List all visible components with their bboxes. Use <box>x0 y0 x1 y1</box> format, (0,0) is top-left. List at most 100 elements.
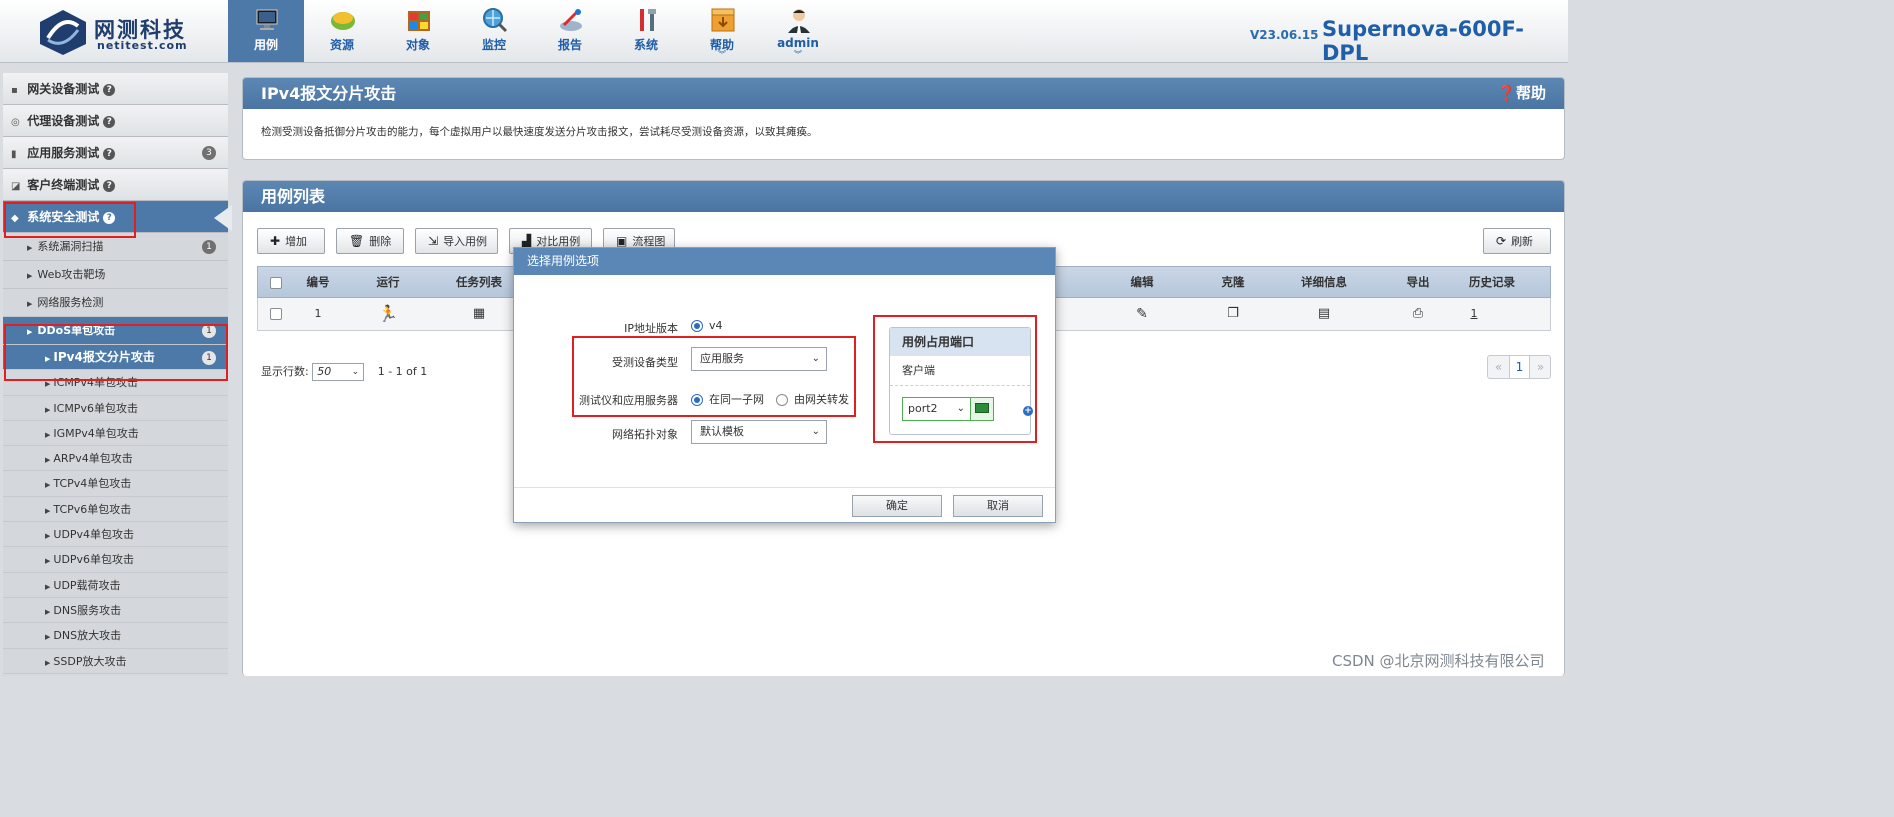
nav-monitor-label: 监控 <box>481 38 506 52</box>
sidebar: ▪ 网关设备测试? ◎ 代理设备测试? ▮ 应用服务测试? 3 ◪ 客户终端测试… <box>3 73 232 676</box>
history-link[interactable]: 1 <box>1454 298 1494 330</box>
ok-button[interactable]: 确定 <box>852 495 942 517</box>
button-label: 增加 <box>285 235 308 248</box>
add-button[interactable]: ✚ 增加 <box>257 228 325 254</box>
rows-per-page-select[interactable]: 50 ⌄ <box>312 363 365 381</box>
nav-system[interactable]: 系统 <box>608 0 684 62</box>
sidebar-cat-app-service[interactable]: ▮ 应用服务测试? 3 <box>3 137 228 169</box>
topology-select[interactable]: 默认模板 ⌄ <box>691 420 827 444</box>
help-icon[interactable]: ? <box>103 147 116 160</box>
help-link[interactable]: ❓帮助 <box>1497 78 1546 109</box>
sidebar-item-udpv4[interactable]: ▶ UDPv4单包攻击 <box>3 522 228 548</box>
sidebar-item-icmpv6[interactable]: ▶ ICMPv6单包攻击 <box>3 395 228 421</box>
compare-icon: ▟ <box>522 234 532 248</box>
radio-button[interactable] <box>776 394 788 406</box>
sidebar-item-tcpv6[interactable]: ▶ TCPv6单包攻击 <box>3 496 228 523</box>
sidebar-item-arpv4[interactable]: ▶ ARPv4单包攻击 <box>3 446 228 472</box>
sidebar-item-label: TCPv4单包攻击 <box>53 477 132 491</box>
sidebar-item-ddos[interactable]: ▶ DDoS单包攻击 1 <box>3 317 228 345</box>
help-icon[interactable]: ? <box>103 179 116 192</box>
sidebar-item-igmpv4[interactable]: ▶ IGMPv4单包攻击 <box>3 420 228 447</box>
chevron-down-icon: ⌄ <box>811 426 820 437</box>
client-icon: ◪ <box>11 181 21 192</box>
sidebar-item-tcpv4[interactable]: ▶ TCPv4单包攻击 <box>3 471 228 497</box>
sidebar-item-ipv4-fragment[interactable]: ▶ IPv4报文分片攻击 1 <box>3 345 228 371</box>
list-title: 用例列表 <box>261 187 326 206</box>
server-icon: ▮ <box>11 149 17 160</box>
sidebar-item-vuln-scan[interactable]: ▶ 系统漏洞扫描 1 <box>3 233 228 261</box>
range-label: 1 - 1 of 1 <box>377 365 428 378</box>
info-panel-header: IPv4报文分片攻击 ❓帮助 <box>243 78 1564 109</box>
nav-reports[interactable]: 报告 <box>532 0 608 62</box>
refresh-button[interactable]: ⟳ 刷新 <box>1483 228 1551 254</box>
caret-right-icon: ▶ <box>45 506 51 515</box>
import-button[interactable]: ⇲ 导入用例 <box>415 228 498 254</box>
sidebar-item-udpv6[interactable]: ▶ UDPv6单包攻击 <box>3 547 228 573</box>
info-panel: IPv4报文分片攻击 ❓帮助 检测受测设备抵御分片攻击的能力，每个虚拟用户以最快… <box>242 77 1565 160</box>
report-icon <box>560 9 582 31</box>
ip-version-option[interactable]: v4 <box>691 319 723 332</box>
clone-icon[interactable]: ❐ <box>1203 298 1263 330</box>
button-label: 删除 <box>369 235 392 248</box>
sidebar-item-web-range[interactable]: ▶ Web攻击靶场 <box>3 261 228 289</box>
rows-label: 显示行数: <box>261 365 309 378</box>
count-badge: 1 <box>202 351 216 365</box>
run-icon[interactable]: 🏃 <box>358 298 418 330</box>
radio-button[interactable] <box>691 320 703 332</box>
sidebar-item-udp-payload[interactable]: ▶ UDP载荷攻击 <box>3 572 228 598</box>
same-subnet-option[interactable]: 在同一子网 <box>691 391 764 407</box>
next-page-button[interactable]: » <box>1530 356 1551 378</box>
pagination: « 1 » <box>1487 355 1551 379</box>
pencil-icon[interactable]: ✎ <box>1112 298 1172 330</box>
calendar-icon[interactable]: ▦ <box>434 298 524 330</box>
sidebar-item-dns-amplify[interactable]: ▶ DNS放大攻击 <box>3 623 228 649</box>
nav-admin-label: admin <box>777 36 819 50</box>
chevron-down-icon: ︾ <box>794 50 802 59</box>
page-number-button[interactable]: 1 <box>1509 356 1530 378</box>
cancel-button[interactable]: 取消 <box>953 495 1043 517</box>
nav-admin[interactable]: admin ︾ <box>760 0 836 62</box>
tools-icon <box>640 9 656 31</box>
sidebar-item-ssdp-amplify[interactable]: ▶ SSDP放大攻击 <box>3 648 228 674</box>
sidebar-cat-gateway[interactable]: ▪ 网关设备测试? <box>3 73 228 105</box>
detail-icon[interactable]: ▤ <box>1284 298 1364 330</box>
nav-cases[interactable]: 用例 <box>228 0 304 62</box>
prev-page-button[interactable]: « <box>1488 356 1509 378</box>
delete-button[interactable]: 🗑 删除 <box>336 228 404 254</box>
object-icon <box>408 11 430 31</box>
radio-button[interactable] <box>691 394 703 406</box>
col-id[interactable]: 编号 <box>288 267 348 297</box>
proxy-icon: ◎ <box>11 117 20 128</box>
chevron-down-icon: ︾ <box>718 50 726 59</box>
nav-objects[interactable]: 对象 <box>380 0 456 62</box>
caret-right-icon: ▶ <box>27 244 33 252</box>
row-checkbox[interactable] <box>270 308 282 320</box>
sidebar-item-dns-service[interactable]: ▶ DNS服务攻击 <box>3 597 228 624</box>
sidebar-cat-label: 客户终端测试 <box>27 178 100 192</box>
help-icon[interactable]: ? <box>103 211 116 224</box>
user-icon <box>788 9 810 33</box>
sidebar-item-net-service[interactable]: ▶ 网络服务检测 <box>3 289 228 317</box>
nav-resources[interactable]: 资源 <box>304 0 380 62</box>
option-label: 由网关转发 <box>794 393 849 406</box>
chevron-down-icon: ⌄ <box>351 367 360 377</box>
sidebar-cat-security[interactable]: ◆ 系统安全测试? <box>3 201 232 233</box>
select-all-checkbox[interactable] <box>270 276 282 289</box>
nav-monitor[interactable]: 监控 <box>456 0 532 62</box>
import-icon: ⇲ <box>428 234 439 248</box>
sidebar-cat-client[interactable]: ◪ 客户终端测试? <box>3 169 228 201</box>
caret-right-icon: ▶ <box>45 481 51 490</box>
help-icon[interactable]: ? <box>103 83 116 96</box>
dut-type-select[interactable]: 应用服务 ⌄ <box>691 347 827 371</box>
export-icon[interactable]: ⎙ <box>1388 298 1448 330</box>
help-icon[interactable]: ? <box>103 115 116 128</box>
sidebar-cat-proxy[interactable]: ◎ 代理设备测试? <box>3 105 228 137</box>
caret-right-icon: ▶ <box>45 557 51 566</box>
sidebar-item-icmpv4[interactable]: ▶ ICMPv4单包攻击 <box>3 370 228 396</box>
add-port-icon[interactable]: + <box>1023 406 1033 416</box>
logo[interactable]: 网测科技 netitest.com <box>36 8 206 56</box>
nav-help[interactable]: 帮助 ︾ <box>684 0 760 62</box>
port-select[interactable]: port2 ⌄ <box>902 397 994 421</box>
count-badge: 1 <box>202 240 216 254</box>
gateway-option[interactable]: 由网关转发 <box>776 391 849 407</box>
